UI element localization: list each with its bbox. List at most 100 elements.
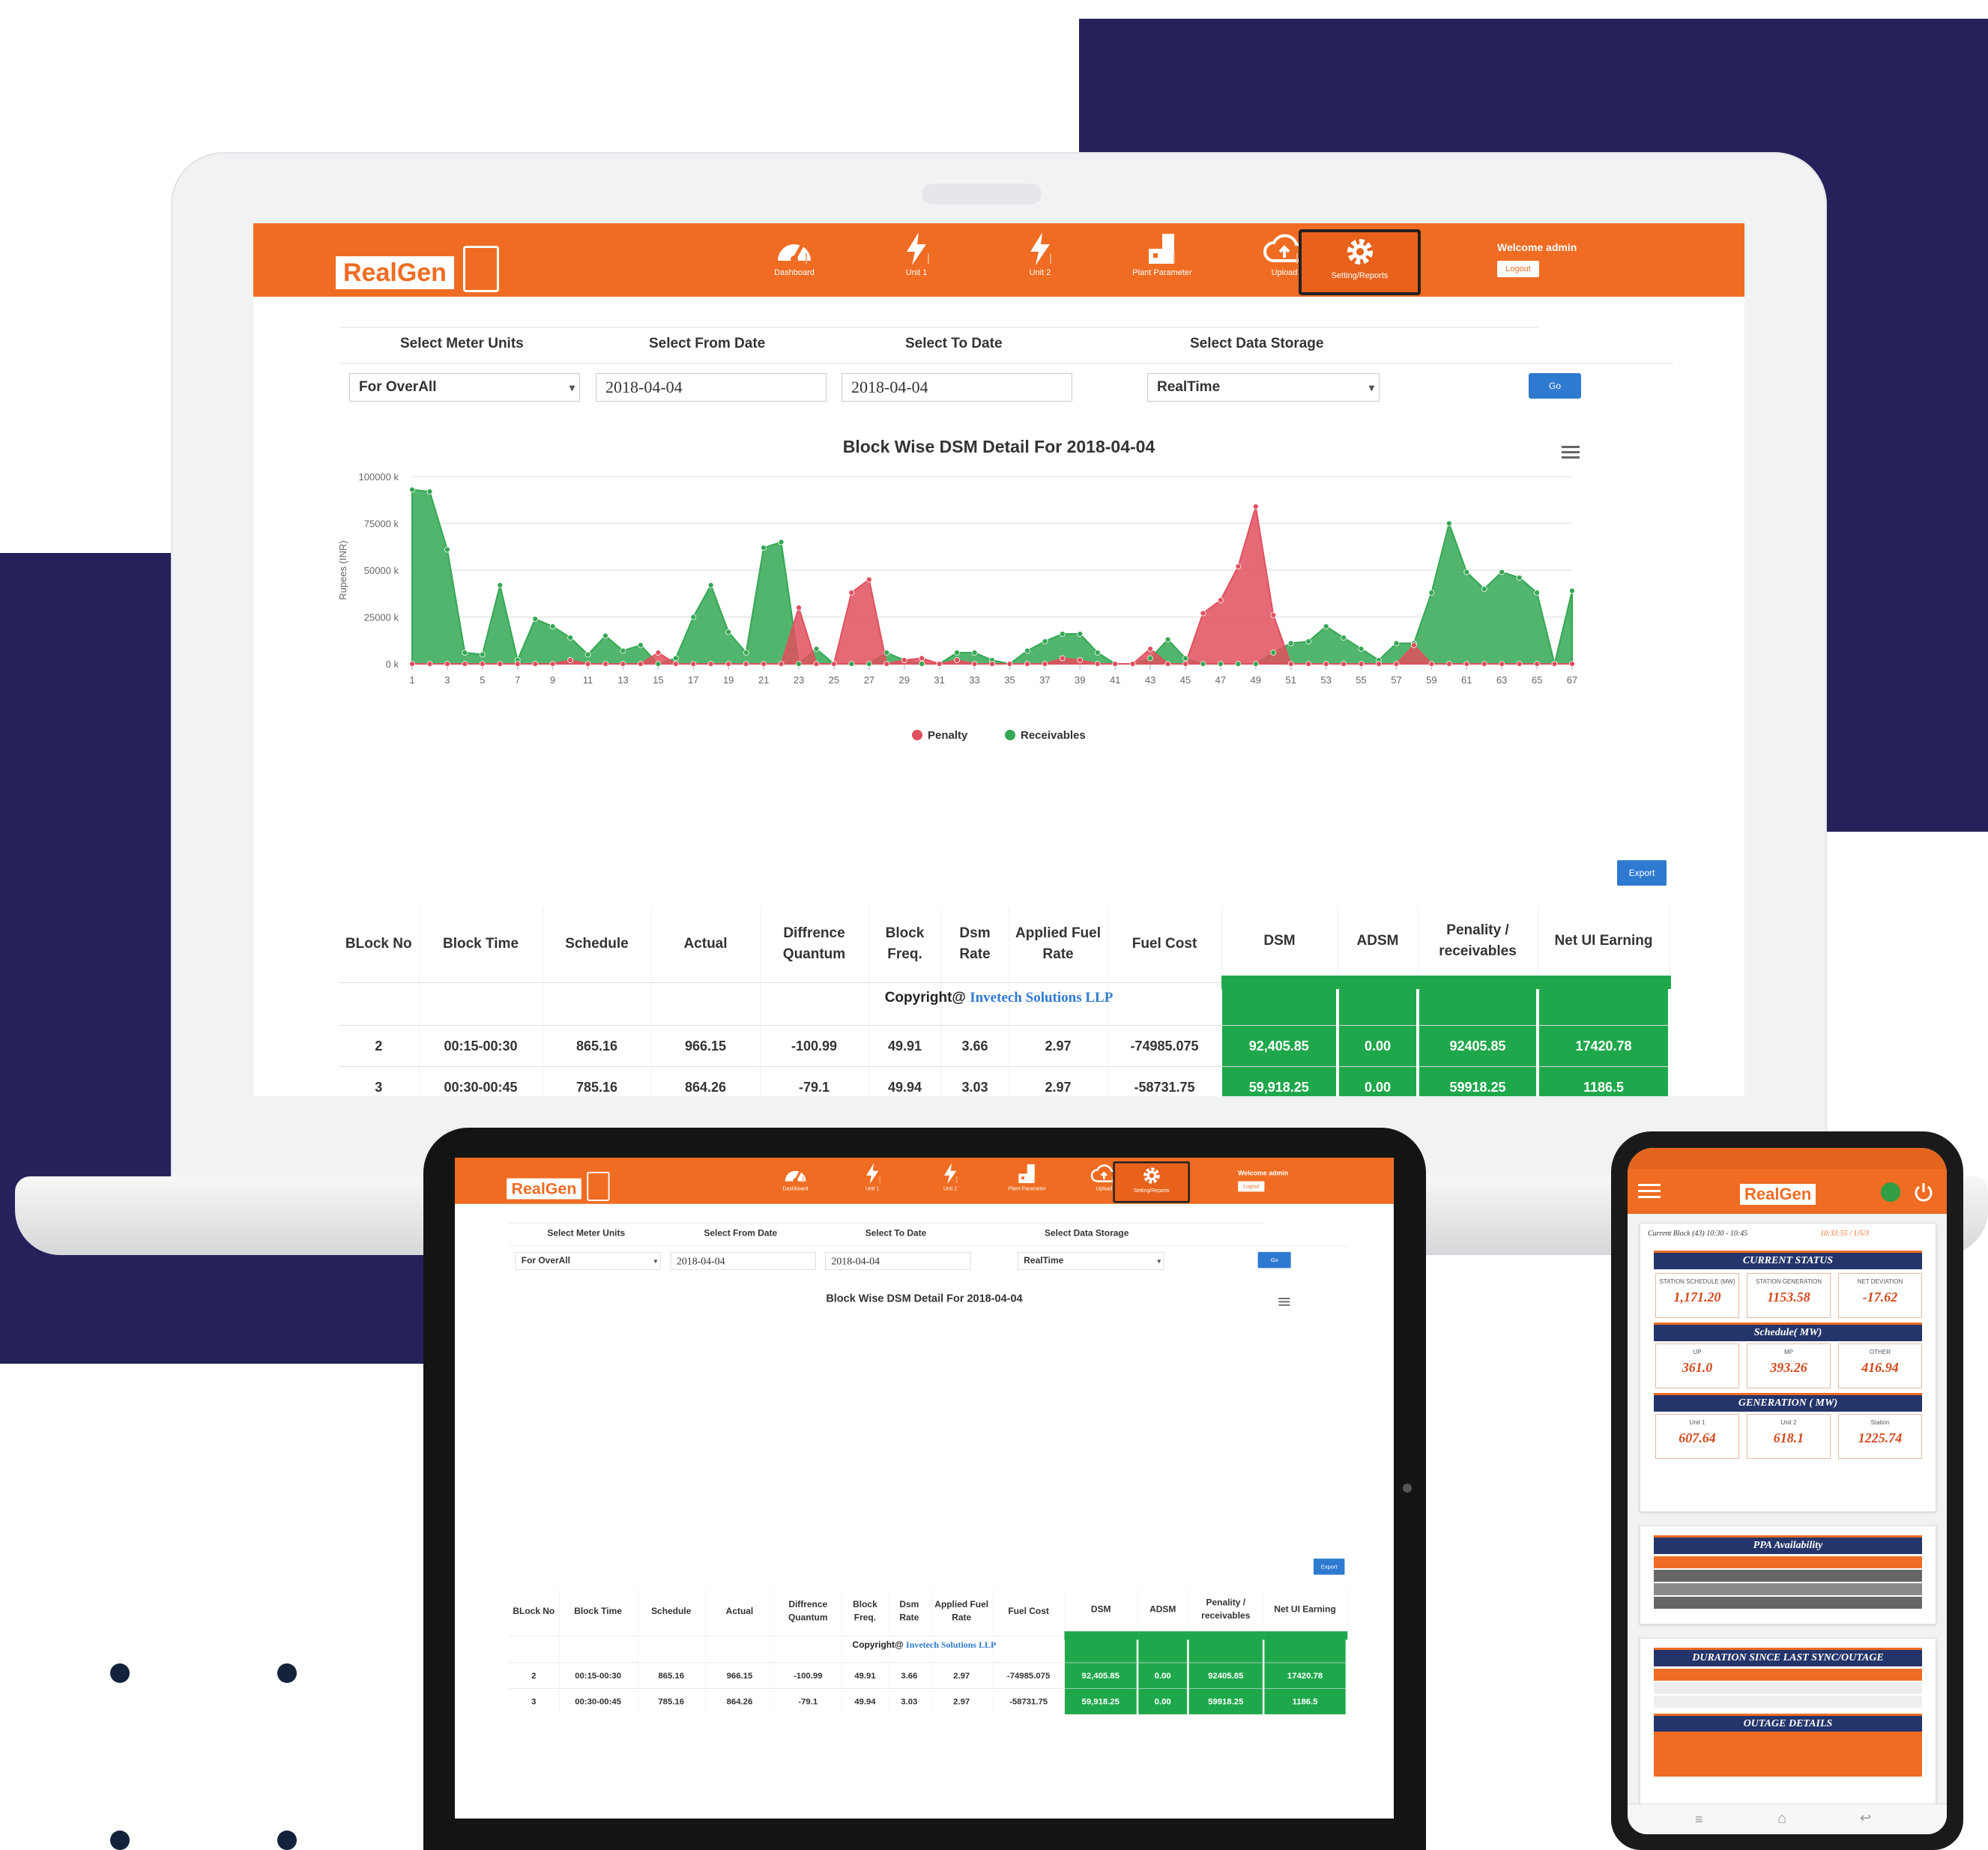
data-point [1323,661,1329,667]
data-point [813,646,820,652]
data-point [1569,587,1575,594]
chart-menu-icon[interactable] [1278,1297,1290,1306]
copyright-company-link[interactable]: Invetech Solutions LLP [906,1640,996,1650]
export-button[interactable]: Export [1313,1559,1345,1575]
data-point [901,657,907,663]
export-button[interactable]: Export [1617,860,1667,886]
dsm-area-chart: 0 k 25000 k 50000 k 75000 k 100000 k Rupees (… [337,471,1577,742]
nav-unit-1[interactable]: Unit 1 [839,1161,905,1199]
table-cell: -74985.075 [1108,1025,1222,1067]
status-value: 1153.58 [1767,1290,1810,1305]
table-row[interactable]: 3 00:30-00:45 785.16 864.26 -79.1 49.94 3.03 2.… [508,1688,1348,1714]
table-row[interactable]: 3 00:30-00:45 785.16 864.26 -79.1 49.94 3.03 2.… [339,1066,1671,1096]
from-date-value: 2018-04-04 [676,1254,725,1267]
table-cell: 1186.5 [1538,1066,1671,1096]
meter-units-select[interactable]: For OverAll ▾ [515,1251,661,1270]
data-point [620,647,626,654]
generation-key: Station [1870,1419,1890,1426]
go-button[interactable]: Go [1257,1251,1291,1269]
menu-icon[interactable]: ≡ [1695,1812,1703,1828]
data-point [707,582,714,588]
data-storage-value: RealTime [1024,1255,1064,1266]
data-point [1024,647,1030,654]
copyright-company-link[interactable]: Invetech Solutions LLP [970,990,1113,1006]
table-header-cell: Dsm Rate [887,1588,931,1636]
data-point [1270,650,1277,656]
status-value: 1,171.20 [1673,1290,1721,1305]
data-point [444,661,450,667]
data-point [761,661,767,667]
home-icon[interactable]: ⌂ [1777,1810,1786,1828]
table-cell: 3.66 [941,1025,1009,1067]
table-header-cell: Applied Fuel Rate [930,1588,994,1636]
legend-marker [1005,730,1015,740]
table-row[interactable]: 2 00:15-00:30 865.16 966.15 -100.99 49.91 3.66… [339,1025,1671,1067]
nav-plant-parameter[interactable]: Plant Parameter [994,1161,1060,1199]
data-point [1270,612,1277,618]
x-tick-label: 31 [934,674,944,686]
from-date-input[interactable]: 2018-04-04 [670,1251,816,1270]
data-point [426,489,433,495]
back-icon[interactable]: ↩ [1860,1810,1871,1826]
copyright-prefix: Copyright@ [852,1640,904,1651]
data-point [1393,661,1400,667]
globe-icon[interactable] [1879,1181,1902,1203]
x-tick-label: 41 [1110,674,1120,686]
sync-card: DURATION SINCE LAST SYNC/OUTAGE OUTAGE D… [1640,1638,1936,1804]
data-point [1341,661,1347,667]
power-icon[interactable] [1912,1181,1935,1203]
nav-unit-2[interactable]: Unit 2 [917,1161,983,1199]
data-point [989,661,995,667]
data-point [1428,590,1435,596]
nav-dashboard[interactable]: Dashboard [762,1161,828,1199]
y-tick-label: 0 k [386,659,399,670]
data-point [954,657,960,663]
lightning-icon [866,1163,879,1185]
table-cell: 865.16 [637,1662,706,1689]
table-cell: 0.00 [1338,1025,1419,1067]
table-header-cell: Block Freq. [842,1588,889,1636]
table-cell: 3 [339,1066,420,1096]
data-point [1358,646,1365,652]
status-value: -17.62 [1862,1290,1898,1305]
schedule-box: OTHER 416.94 [1838,1343,1922,1388]
data-point [1200,610,1206,617]
table-cell: 3.03 [941,1066,1009,1096]
nav-setting-reports[interactable]: Setting/Reports [1113,1161,1190,1203]
table-cell: 864.26 [705,1688,774,1714]
data-point [1445,520,1452,527]
x-tick-label: 19 [723,674,734,686]
data-point [1182,655,1188,662]
data-point [1481,661,1487,667]
table-cell: 2.97 [930,1662,994,1689]
table-cell: -100.99 [773,1662,843,1689]
generation-title: GENERATION ( MW) [1654,1393,1922,1412]
table-cell: -100.99 [760,1025,869,1067]
y-tick-label: 100000 k [359,471,399,483]
table-cell: 59,918.25 [1221,1066,1339,1096]
table-header-cell: Schedule [637,1588,706,1636]
x-tick-label: 39 [1075,674,1085,686]
x-tick-label: 5 [480,674,485,686]
data-point [1059,655,1066,662]
data-point [532,661,539,667]
data-point [584,651,591,658]
table-row[interactable]: 2 00:15-00:30 865.16 966.15 -100.99 49.91 3.66… [508,1662,1348,1689]
logout-button[interactable]: Logout [1238,1181,1265,1192]
table-header-cell: ADSM [1338,907,1419,989]
nav-separator [956,1176,958,1183]
x-tick-label: 63 [1496,674,1507,686]
series-area-receivables [411,489,1573,665]
x-tick-label: 29 [898,674,909,686]
data-storage-select[interactable]: RealTime ▾ [1018,1251,1164,1270]
table-header-cell: DSM [1064,1588,1138,1640]
realgen-logo[interactable]: RealGen [507,1171,611,1201]
data-point [1059,631,1066,637]
table-header-cell: Net UI Earning [1263,1588,1347,1640]
data-point [1252,661,1259,667]
to-date-input[interactable]: 2018-04-04 [825,1251,971,1270]
menu-icon[interactable] [1638,1182,1661,1200]
dsm-table: BLock No Block Time Schedule Actual Diffrenc… [508,1588,1348,1714]
generation-value: 1225.74 [1858,1430,1903,1445]
chevron-down-icon: ▾ [1157,1257,1161,1265]
